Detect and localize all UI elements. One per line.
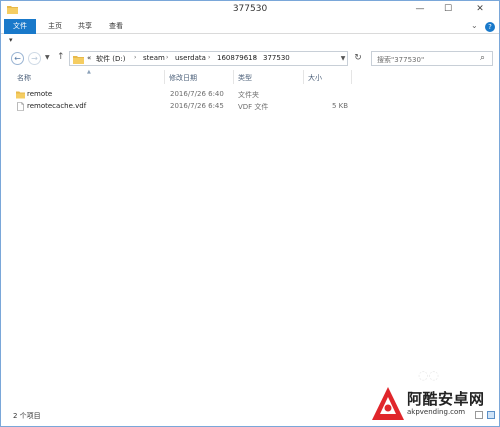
breadcrumb-overflow[interactable]: « [87, 54, 91, 62]
cursor-ghost-icon: ◌◌ [418, 368, 439, 382]
column-divider[interactable] [164, 70, 165, 84]
breadcrumb-separator-icon[interactable]: › [134, 54, 136, 61]
sort-ascending-icon: ▲ [87, 69, 91, 75]
explorer-window: 377530 — ☐ ✕ 文件 主页 共享 查看 ⌄ ? ▾ ← → ▼ ↑ «… [0, 0, 500, 427]
quick-access-toolbar: ▾ [1, 34, 499, 46]
column-size-header[interactable]: 大小 [308, 73, 322, 83]
tab-share[interactable]: 共享 [73, 20, 97, 33]
title-bar: 377530 — ☐ ✕ [1, 1, 499, 18]
file-row-remote[interactable]: remote 2016/7/26 6:40 文件夹 [1, 89, 499, 101]
navigation-bar: ← → ▼ ↑ « 软件 (D:) › steam › userdata › 1… [1, 46, 499, 70]
search-icon[interactable]: ⌕ [480, 53, 485, 63]
breadcrumb-separator-icon[interactable]: › [208, 54, 210, 61]
ribbon-tabs: 文件 主页 共享 查看 ⌄ ? [1, 18, 499, 34]
watermark-title: 阿酷安卓网 [407, 390, 485, 408]
column-divider[interactable] [351, 70, 352, 84]
refresh-icon[interactable]: ↻ [351, 51, 365, 66]
file-icon [17, 102, 24, 111]
tab-home[interactable]: 主页 [43, 20, 67, 33]
file-type: 文件夹 [238, 91, 259, 99]
file-name: remotecache.vdf [27, 102, 87, 110]
minimize-button[interactable]: — [407, 1, 433, 17]
item-count: 2 个项目 [13, 412, 41, 420]
column-type-header[interactable]: 类型 [238, 73, 252, 83]
breadcrumb-userdata[interactable]: userdata [175, 54, 206, 62]
file-date: 2016/7/26 6:45 [170, 102, 224, 110]
column-date-header[interactable]: 修改日期 [169, 73, 197, 83]
recent-locations-icon[interactable]: ▼ [45, 54, 50, 61]
forward-button[interactable]: → [28, 52, 41, 65]
watermark-logo-icon [372, 387, 404, 420]
column-divider[interactable] [233, 70, 234, 84]
ribbon-expand-icon[interactable]: ⌄ [471, 21, 478, 30]
breadcrumb-separator-icon[interactable]: › [254, 54, 256, 61]
address-dropdown-icon[interactable]: ▼ [337, 51, 349, 66]
folder-icon [16, 91, 25, 99]
breadcrumb-userid[interactable]: 160879618 [217, 54, 257, 62]
maximize-button[interactable]: ☐ [435, 1, 461, 17]
back-button[interactable]: ← [11, 52, 24, 65]
folder-icon [73, 56, 84, 64]
search-box[interactable]: 搜索"377530" ⌕ [371, 51, 493, 66]
tab-file[interactable]: 文件 [4, 19, 36, 34]
file-name: remote [27, 90, 53, 98]
breadcrumb-separator-icon[interactable]: › [166, 54, 168, 61]
help-icon[interactable]: ? [485, 22, 495, 32]
column-header-row: ▲ 名称 修改日期 类型 大小 [1, 69, 499, 84]
search-input[interactable]: 搜索"377530" [377, 55, 424, 65]
watermark: 阿酷安卓网 akpvending.com [371, 386, 499, 426]
file-date: 2016/7/26 6:40 [170, 90, 224, 98]
quick-access-dropdown-icon[interactable]: ▾ [9, 36, 13, 44]
close-button[interactable]: ✕ [463, 1, 497, 17]
file-row-remotecache[interactable]: remotecache.vdf 2016/7/26 6:45 VDF 文件 5 … [1, 101, 499, 113]
address-bar[interactable]: « 软件 (D:) › steam › userdata › 160879618… [69, 51, 348, 66]
breadcrumb-current[interactable]: 377530 [263, 54, 290, 62]
file-type: VDF 文件 [238, 103, 269, 111]
up-button[interactable]: ↑ [57, 52, 65, 62]
file-size: 5 KB [332, 102, 349, 110]
tab-view[interactable]: 查看 [103, 20, 129, 33]
breadcrumb-steam[interactable]: steam [143, 54, 165, 62]
column-name-header[interactable]: 名称 [17, 73, 31, 83]
column-divider[interactable] [303, 70, 304, 84]
breadcrumb-drive[interactable]: 软件 (D:) [96, 54, 125, 64]
watermark-url: akpvending.com [407, 408, 466, 416]
